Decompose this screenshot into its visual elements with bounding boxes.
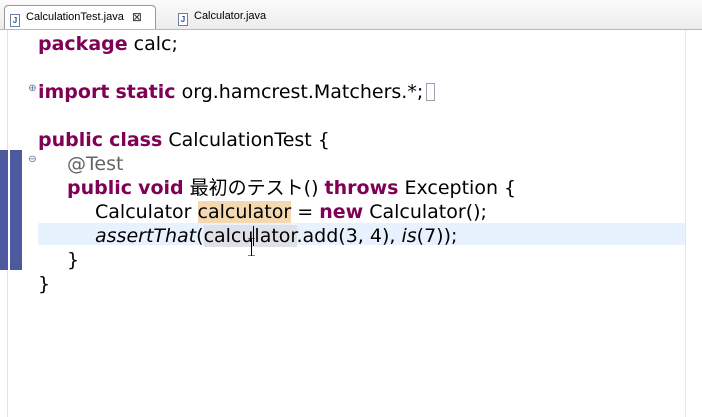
java-file-icon: J <box>178 13 188 26</box>
change-marker <box>0 150 22 270</box>
code-line-9: assertThat(calculator.add(3, 4), is(7)); <box>95 225 458 247</box>
code-line-6: @Test <box>67 153 124 175</box>
collapse-fold-icon[interactable]: ⊖ <box>28 155 37 165</box>
expand-fold-icon[interactable]: ⊕ <box>28 84 37 94</box>
code-line-1: package calc; <box>38 33 178 55</box>
code-line-11: } <box>38 273 51 295</box>
java-file-icon: J <box>10 14 20 27</box>
variable-occurrence: calculator <box>197 201 292 223</box>
overview-ruler <box>685 30 702 417</box>
close-tab-icon[interactable]: ⊠ <box>132 11 142 23</box>
tab-label: CalculationTest.java <box>26 11 124 24</box>
tab-calculator-java[interactable]: J Calculator.java <box>174 5 314 29</box>
code-line-8: Calculator calculator = new Calculator()… <box>95 201 487 223</box>
collapsed-imports-marker[interactable] <box>426 83 436 101</box>
tab-calculationtest-java[interactable]: J CalculationTest.java ⊠ <box>4 5 156 29</box>
tab-label: Calculator.java <box>194 10 267 23</box>
code-line-10: } <box>67 249 80 271</box>
text-cursor-icon <box>248 238 255 256</box>
code-line-7: public void 最初のテスト() throws Exception { <box>67 177 517 199</box>
code-line-3: import static org.hamcrest.Matchers.*; <box>38 80 436 104</box>
editor-tab-bar: J CalculationTest.java ⊠ J Calculator.java <box>0 0 702 30</box>
code-line-5: public class CalculationTest { <box>38 129 330 151</box>
